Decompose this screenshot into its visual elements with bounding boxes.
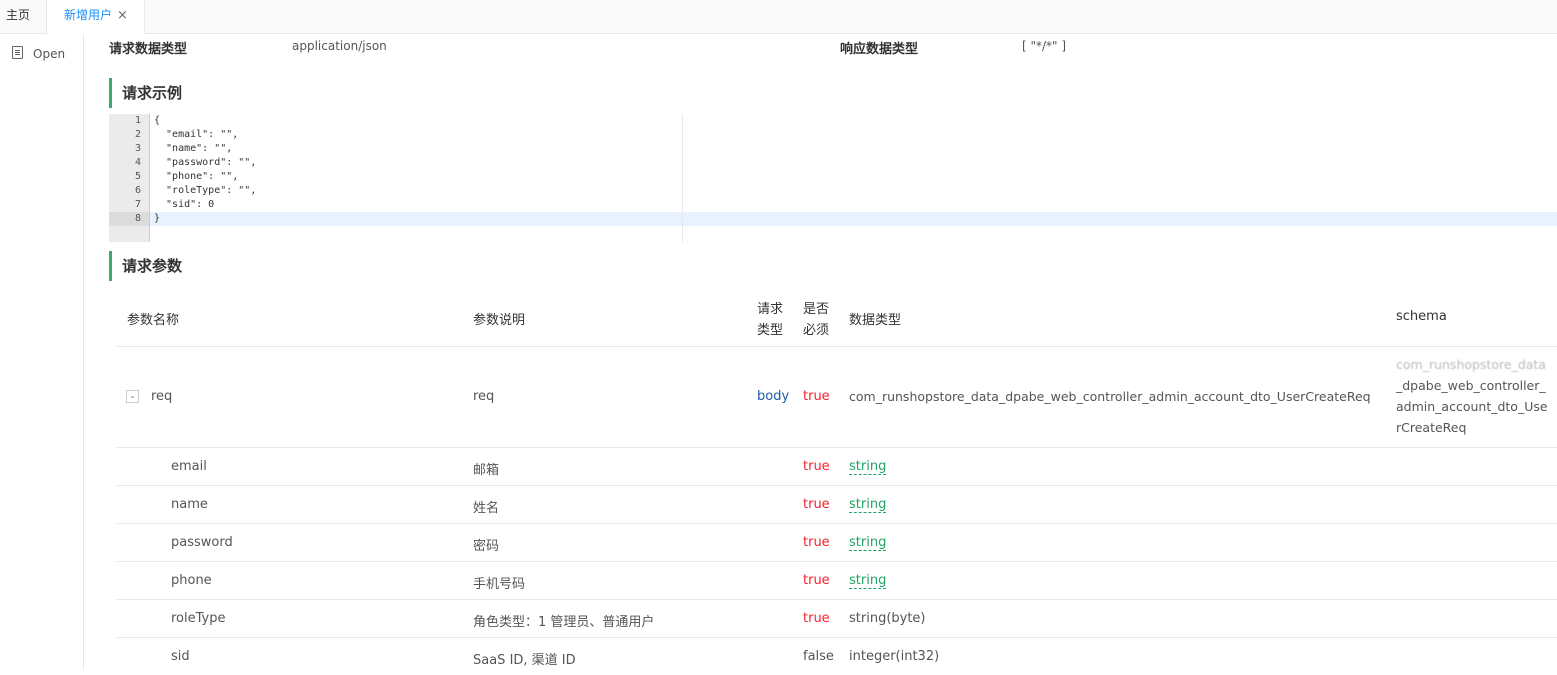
tab-add-user-label: 新增用户 <box>64 8 113 22</box>
param-type-link[interactable]: string <box>849 573 887 589</box>
table-row: - req req body true com_runshopstore_dat… <box>117 347 1557 448</box>
param-required: true <box>803 497 830 512</box>
param-name: req <box>151 389 173 404</box>
param-type: com_runshopstore_data_dpabe_web_controll… <box>849 389 1371 404</box>
table-row: password 密码 true string <box>117 524 1557 562</box>
param-required: false <box>803 649 834 664</box>
header-in-2: 类型 <box>757 323 784 338</box>
document-icon <box>12 46 23 59</box>
code-line: "password": "", <box>154 157 257 168</box>
line-number: 4 <box>134 157 141 168</box>
param-type-link[interactable]: string <box>849 535 887 551</box>
line-number: 3 <box>134 143 141 154</box>
param-desc: 姓名 <box>473 501 500 516</box>
code-line: "name": "", <box>154 143 233 154</box>
param-name: name <box>171 497 208 512</box>
param-name: sid <box>171 649 190 664</box>
table-row: sid SaaS ID, 渠道 ID false integer(int32) <box>117 638 1557 675</box>
param-name: password <box>171 535 233 550</box>
param-desc: 密码 <box>473 539 500 554</box>
param-required: true <box>803 611 830 626</box>
header-param-desc: 参数说明 <box>473 313 526 328</box>
header-required-1: 是否 <box>803 302 830 317</box>
request-content-type-value: application/json <box>292 39 387 53</box>
code-line: } <box>154 213 161 224</box>
param-type: integer(int32) <box>849 649 940 664</box>
code-editor[interactable]: 1 2 3 4 5 6 7 8 { "email": "", "name": "… <box>109 114 1557 242</box>
response-content-type-value: [ "*/*" ] <box>1022 39 1067 53</box>
tab-bar: 主页 新增用户 × <box>0 0 1557 34</box>
table-row: roleType 角色类型：1 管理员、普通用户 true string(byt… <box>117 600 1557 638</box>
param-required: true <box>803 535 830 550</box>
sidebar-item-label: Open <box>33 47 66 61</box>
header-data-type: 数据类型 <box>849 313 902 328</box>
line-number: 2 <box>134 129 141 140</box>
param-schema-line: com_runshopstore_data <box>1396 357 1546 372</box>
line-number: 8 <box>134 213 141 224</box>
collapse-toggle[interactable]: - <box>126 390 139 403</box>
param-desc: req <box>473 389 495 404</box>
sidebar: Open <box>0 34 84 670</box>
line-number: 6 <box>134 185 141 196</box>
param-schema-line: rCreateReq <box>1396 420 1467 435</box>
sidebar-item-open[interactable]: Open <box>12 46 65 61</box>
close-icon[interactable]: × <box>117 8 128 23</box>
param-type-link[interactable]: string <box>849 459 887 475</box>
request-content-type-label: 请求数据类型 <box>109 42 188 57</box>
header-required-2: 必须 <box>803 323 830 338</box>
main-content: 请求数据类型 application/json 响应数据类型 [ "*/*" ]… <box>109 34 1557 670</box>
param-required: true <box>803 459 830 474</box>
code-line: "email": "", <box>154 129 239 140</box>
param-name: phone <box>171 573 212 588</box>
code-line: { <box>154 115 161 126</box>
table-row: phone 手机号码 true string <box>117 562 1557 600</box>
table-row: name 姓名 true string <box>117 486 1557 524</box>
code-line: "roleType": "", <box>154 185 257 196</box>
param-type-link[interactable]: string <box>849 497 887 513</box>
param-name: roleType <box>171 611 226 626</box>
code-line: "sid": 0 <box>154 199 215 210</box>
tab-add-user[interactable]: 新增用户 × <box>47 0 145 34</box>
table-header-row: 参数名称 参数说明 请求 类型 是否 必须 数据类型 schema <box>117 287 1557 347</box>
active-line-highlight <box>109 212 1557 226</box>
param-required: true <box>803 573 830 588</box>
param-in: body <box>757 389 790 404</box>
param-desc: 邮箱 <box>473 463 500 478</box>
code-line: "phone": "", <box>154 171 239 182</box>
param-schema-line: admin_account_dto_Use <box>1396 399 1548 414</box>
line-number: 7 <box>134 199 141 210</box>
response-content-type-label: 响应数据类型 <box>840 42 919 57</box>
request-params-title: 请求参数 <box>109 251 182 281</box>
param-type: string(byte) <box>849 611 926 626</box>
header-param-name: 参数名称 <box>127 313 180 328</box>
line-number: 1 <box>134 115 141 126</box>
header-in-1: 请求 <box>757 302 784 317</box>
request-example-title: 请求示例 <box>109 78 182 108</box>
param-desc: 手机号码 <box>473 577 526 592</box>
param-schema-line: _dpabe_web_controller_ <box>1396 378 1546 393</box>
line-number: 5 <box>134 171 141 182</box>
param-required: true <box>803 389 830 404</box>
param-desc: 角色类型：1 管理员、普通用户 <box>473 615 655 630</box>
tab-home[interactable]: 主页 <box>0 0 47 33</box>
header-schema: schema <box>1396 309 1447 324</box>
table-row: email 邮箱 true string <box>117 448 1557 486</box>
param-name: email <box>171 459 207 474</box>
print-margin <box>682 114 683 242</box>
param-desc: SaaS ID, 渠道 ID <box>473 653 576 668</box>
